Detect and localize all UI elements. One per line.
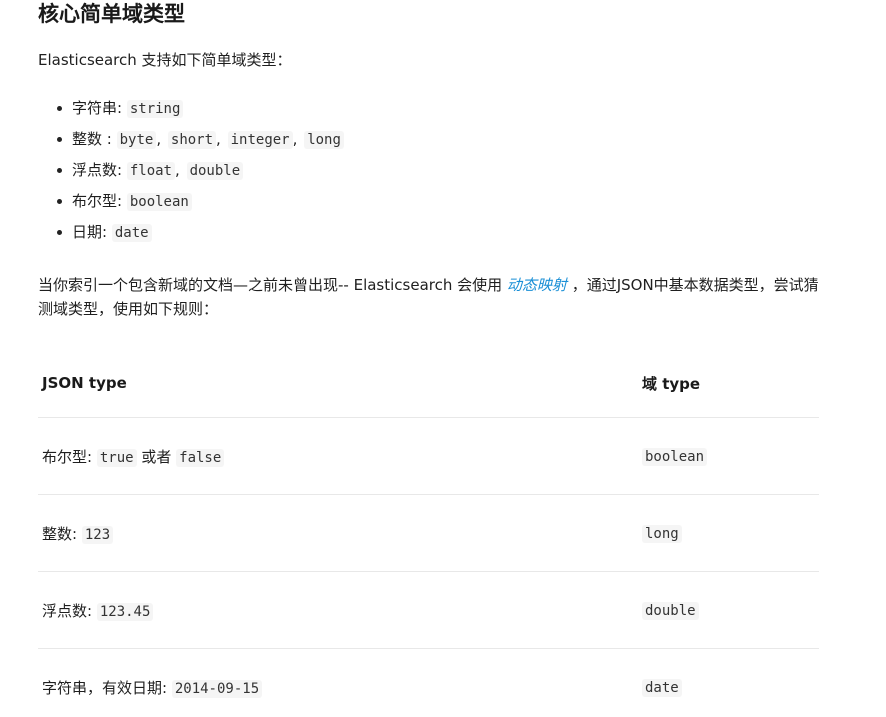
code-byte: byte (116, 131, 157, 149)
code-boolean: boolean (126, 193, 192, 211)
json-type-cell: 字符串，有效日期: 2014-09-15 (38, 649, 638, 717)
row-connector: 或者 (141, 447, 172, 466)
type-label: 字符串: (72, 99, 123, 117)
row-label: 字符串，有效日期: (42, 678, 168, 697)
dynamic-mapping-paragraph: 当你索引一个包含新域的文档—之前未曾出现-- Elasticsearch 会使用… (38, 273, 828, 321)
code-integer: integer (227, 131, 293, 149)
field-type-cell: double (638, 571, 819, 649)
table-header-row: JSON type 域 type (38, 349, 819, 418)
code-date: date (111, 224, 152, 242)
code-double: double (186, 162, 244, 180)
type-label: 日期: (72, 223, 108, 241)
bullet-icon (57, 168, 62, 173)
code-type: boolean (642, 448, 708, 466)
json-type-cell: 整数: 123 (38, 494, 638, 572)
section-heading: 核心简单域类型 (38, 2, 185, 26)
field-type-cell: long (638, 494, 819, 572)
json-type-cell: 浮点数: 123.45 (38, 571, 638, 649)
field-type-cell: boolean (638, 417, 819, 495)
code-short: short (167, 131, 217, 149)
list-item: 布尔型: boolean (38, 187, 344, 218)
dynamic-mapping-link[interactable]: 动态映射 (507, 276, 567, 294)
list-item: 日期: date (38, 218, 344, 249)
code-true: true (96, 448, 137, 467)
paragraph-before: 当你索引一个包含新域的文档—之前未曾出现-- Elasticsearch 会使用 (38, 276, 507, 294)
type-label: 整数 : (72, 130, 112, 148)
code-value: 123.45 (96, 602, 154, 621)
document-page: 核心简单域类型 Elasticsearch 支持如下简单域类型： 字符串: st… (0, 0, 886, 717)
bullet-icon (57, 106, 62, 111)
field-type-cell: date (638, 649, 819, 717)
bullet-icon (57, 230, 62, 235)
bullet-icon (57, 199, 62, 204)
code-type: double (642, 602, 699, 620)
code-type: long (642, 525, 682, 543)
code-long: long (304, 131, 344, 149)
json-type-cell: 布尔型: true 或者 false (38, 417, 638, 495)
code-false: false (176, 448, 225, 467)
code-string: string (126, 100, 184, 118)
bullet-icon (57, 137, 62, 142)
header-json-type: JSON type (38, 349, 638, 418)
row-label: 浮点数: (42, 601, 93, 620)
type-label: 布尔型: (72, 192, 123, 210)
type-label: 浮点数: (72, 161, 123, 179)
table-row: 布尔型: true 或者 false boolean (38, 417, 819, 495)
intro-text: Elasticsearch 支持如下简单域类型： (38, 51, 292, 69)
code-float: float (126, 162, 175, 180)
list-item: 浮点数: float, double (38, 156, 344, 187)
type-mapping-table: JSON type 域 type 布尔型: true 或者 false bool… (38, 349, 819, 717)
table-row: 整数: 123 long (38, 494, 819, 572)
row-label: 布尔型: (42, 447, 93, 466)
simple-types-list: 字符串: string 整数 : byte, short, integer, l… (38, 94, 344, 249)
list-item: 字符串: string (38, 94, 344, 125)
header-field-type: 域 type (638, 349, 819, 418)
list-item: 整数 : byte, short, integer, long (38, 125, 344, 156)
code-value: 2014-09-15 (171, 679, 263, 698)
table-row: 字符串，有效日期: 2014-09-15 date (38, 649, 819, 717)
code-type: date (642, 679, 682, 697)
code-value: 123 (81, 525, 114, 544)
row-label: 整数: (42, 524, 78, 543)
table-row: 浮点数: 123.45 double (38, 571, 819, 649)
